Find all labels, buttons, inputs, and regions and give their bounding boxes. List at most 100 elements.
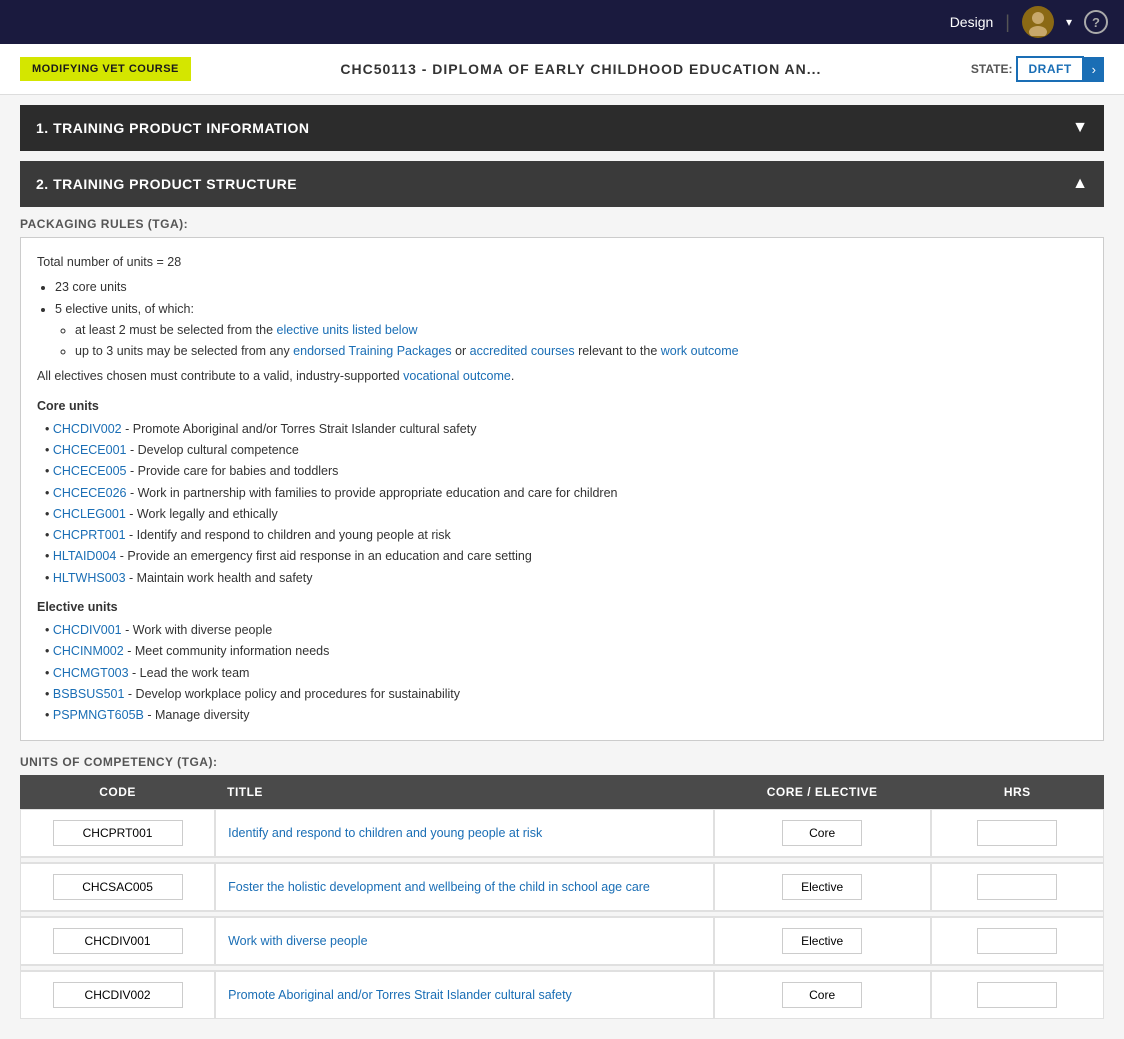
table-row: Identify and respond to children and you… <box>20 809 1104 857</box>
unit-code-link[interactable]: CHCECE005 <box>53 464 127 478</box>
elective-units-subtitle: Elective units <box>37 597 1087 618</box>
unit-code-link[interactable]: HLTWHS003 <box>53 571 126 585</box>
uoc-hrs-cell <box>931 809 1104 857</box>
elective-unit-item: • CHCDIV001 - Work with diverse people <box>37 620 1087 641</box>
uoc-hrs-cell <box>931 917 1104 965</box>
unit-code-link[interactable]: CHCDIV001 <box>53 623 122 637</box>
avatar-chevron-icon[interactable]: ▾ <box>1066 15 1072 29</box>
nav-divider: | <box>1005 12 1010 33</box>
section-1-collapse-icon: ▼ <box>1072 119 1088 137</box>
core-unit-item: • CHCLEG001 - Work legally and ethically <box>37 504 1087 525</box>
hrs-input[interactable] <box>977 928 1057 954</box>
core-elective-input[interactable] <box>782 928 862 954</box>
state-label: STATE: <box>971 62 1013 76</box>
modifying-badge: MODIFYING VET COURSE <box>20 57 191 81</box>
section-2-collapse-icon: ▲ <box>1072 175 1088 193</box>
core-elective-input[interactable] <box>782 982 862 1008</box>
bullet-elective-units: 5 elective units, of which: at least 2 m… <box>55 299 1087 363</box>
header-bar: MODIFYING VET COURSE CHC50113 - DIPLOMA … <box>0 44 1124 95</box>
sub-bullet-1: at least 2 must be selected from the ele… <box>75 320 1087 341</box>
core-unit-item: • CHCECE005 - Provide care for babies an… <box>37 461 1087 482</box>
sub-bullet-2: up to 3 units may be selected from any e… <box>75 341 1087 362</box>
uoc-title-cell: Identify and respond to children and you… <box>215 809 714 857</box>
elective-unit-item: • BSBSUS501 - Develop workplace policy a… <box>37 684 1087 705</box>
work-outcome-link[interactable]: work outcome <box>661 344 739 358</box>
main-content: 1. TRAINING PRODUCT INFORMATION ▼ 2. TRA… <box>0 105 1124 1039</box>
bullet-core-units: 23 core units <box>55 277 1087 298</box>
sub-bullet-2-text: up to 3 units may be selected from any e… <box>75 344 739 358</box>
col-header-title: TITLE <box>215 775 714 809</box>
uoc-hrs-cell <box>931 863 1104 911</box>
unit-code-link[interactable]: CHCMGT003 <box>53 666 129 680</box>
core-unit-item: • CHCDIV002 - Promote Aboriginal and/or … <box>37 419 1087 440</box>
uoc-label: UNITS OF COMPETENCY (TGA): <box>20 741 1104 775</box>
uoc-title-link[interactable]: Identify and respond to children and you… <box>228 826 542 840</box>
code-input[interactable] <box>53 928 183 954</box>
core-elective-input[interactable] <box>782 820 862 846</box>
accredited-courses-link[interactable]: accredited courses <box>470 344 575 358</box>
uoc-core-elective-cell <box>714 917 931 965</box>
core-unit-item: • CHCECE001 - Develop cultural competenc… <box>37 440 1087 461</box>
elective-units-list: • CHCDIV001 - Work with diverse people • … <box>37 620 1087 726</box>
unit-code-link[interactable]: CHCLEG001 <box>53 507 126 521</box>
uoc-code-cell <box>20 917 215 965</box>
endorsed-packages-link[interactable]: endorsed Training Packages <box>293 344 451 358</box>
uoc-code-cell <box>20 863 215 911</box>
state-badge: DRAFT <box>1016 56 1083 82</box>
table-row: Work with diverse people <box>20 917 1104 965</box>
hrs-input[interactable] <box>977 820 1057 846</box>
uoc-hrs-cell <box>931 971 1104 1019</box>
unit-code-link[interactable]: CHCINM002 <box>53 644 124 658</box>
col-header-code: CODE <box>20 775 215 809</box>
uoc-title-link[interactable]: Work with diverse people <box>228 934 367 948</box>
total-units: Total number of units = 28 <box>37 252 1087 273</box>
unit-code-link[interactable]: CHCECE001 <box>53 443 127 457</box>
packaging-rules-box: Total number of units = 28 23 core units… <box>20 237 1104 741</box>
unit-code-link[interactable]: CHCPRT001 <box>53 528 126 542</box>
avatar[interactable] <box>1022 6 1054 38</box>
uoc-title-cell: Foster the holistic development and well… <box>215 863 714 911</box>
uoc-core-elective-cell <box>714 809 931 857</box>
core-unit-item: • HLTWHS003 - Maintain work health and s… <box>37 568 1087 589</box>
uoc-table-header-row: CODE TITLE CORE / ELECTIVE HRS <box>20 775 1104 809</box>
all-electives-note: All electives chosen must contribute to … <box>37 366 1087 387</box>
table-row: Promote Aboriginal and/or Torres Strait … <box>20 971 1104 1019</box>
uoc-title-cell: Promote Aboriginal and/or Torres Strait … <box>215 971 714 1019</box>
core-units-list: • CHCDIV002 - Promote Aboriginal and/or … <box>37 419 1087 589</box>
core-unit-item: • CHCPRT001 - Identify and respond to ch… <box>37 525 1087 546</box>
core-unit-item: • HLTAID004 - Provide an emergency first… <box>37 546 1087 567</box>
unit-code-link[interactable]: HLTAID004 <box>53 549 116 563</box>
course-title: CHC50113 - DIPLOMA OF EARLY CHILDHOOD ED… <box>207 61 955 77</box>
col-header-core-elective: CORE / ELECTIVE <box>714 775 931 809</box>
code-input[interactable] <box>53 820 183 846</box>
unit-code-link[interactable]: BSBSUS501 <box>53 687 125 701</box>
unit-code-link[interactable]: CHCECE026 <box>53 486 127 500</box>
core-unit-item: • CHCECE026 - Work in partnership with f… <box>37 483 1087 504</box>
section-1-title: 1. TRAINING PRODUCT INFORMATION <box>36 120 309 136</box>
state-arrow-button[interactable]: › <box>1084 57 1104 82</box>
elective-units-link[interactable]: elective units listed below <box>277 323 418 337</box>
code-input[interactable] <box>53 982 183 1008</box>
vocational-outcome-link[interactable]: vocational outcome <box>403 369 511 383</box>
core-units-subtitle: Core units <box>37 396 1087 417</box>
code-input[interactable] <box>53 874 183 900</box>
table-row: Foster the holistic development and well… <box>20 863 1104 911</box>
uoc-title-link[interactable]: Promote Aboriginal and/or Torres Strait … <box>228 988 572 1002</box>
unit-code-link[interactable]: PSPMNGT605B <box>53 708 144 722</box>
state-container: STATE: DRAFT › <box>971 56 1104 82</box>
elective-unit-item: • PSPMNGT605B - Manage diversity <box>37 705 1087 726</box>
packaging-rules-label: PACKAGING RULES (TGA): <box>20 207 1104 237</box>
unit-code-link[interactable]: CHCDIV002 <box>53 422 122 436</box>
hrs-input[interactable] <box>977 982 1057 1008</box>
help-button[interactable]: ? <box>1084 10 1108 34</box>
hrs-input[interactable] <box>977 874 1057 900</box>
design-label: Design <box>950 14 994 30</box>
uoc-title-link[interactable]: Foster the holistic development and well… <box>228 880 650 894</box>
uoc-code-cell <box>20 971 215 1019</box>
section-2-header[interactable]: 2. TRAINING PRODUCT STRUCTURE ▲ <box>20 161 1104 207</box>
col-header-hrs: HRS <box>931 775 1104 809</box>
core-elective-input[interactable] <box>782 874 862 900</box>
section-1-header[interactable]: 1. TRAINING PRODUCT INFORMATION ▼ <box>20 105 1104 151</box>
uoc-core-elective-cell <box>714 971 931 1019</box>
sub-bullet-1-text: at least 2 must be selected from the ele… <box>75 323 418 337</box>
